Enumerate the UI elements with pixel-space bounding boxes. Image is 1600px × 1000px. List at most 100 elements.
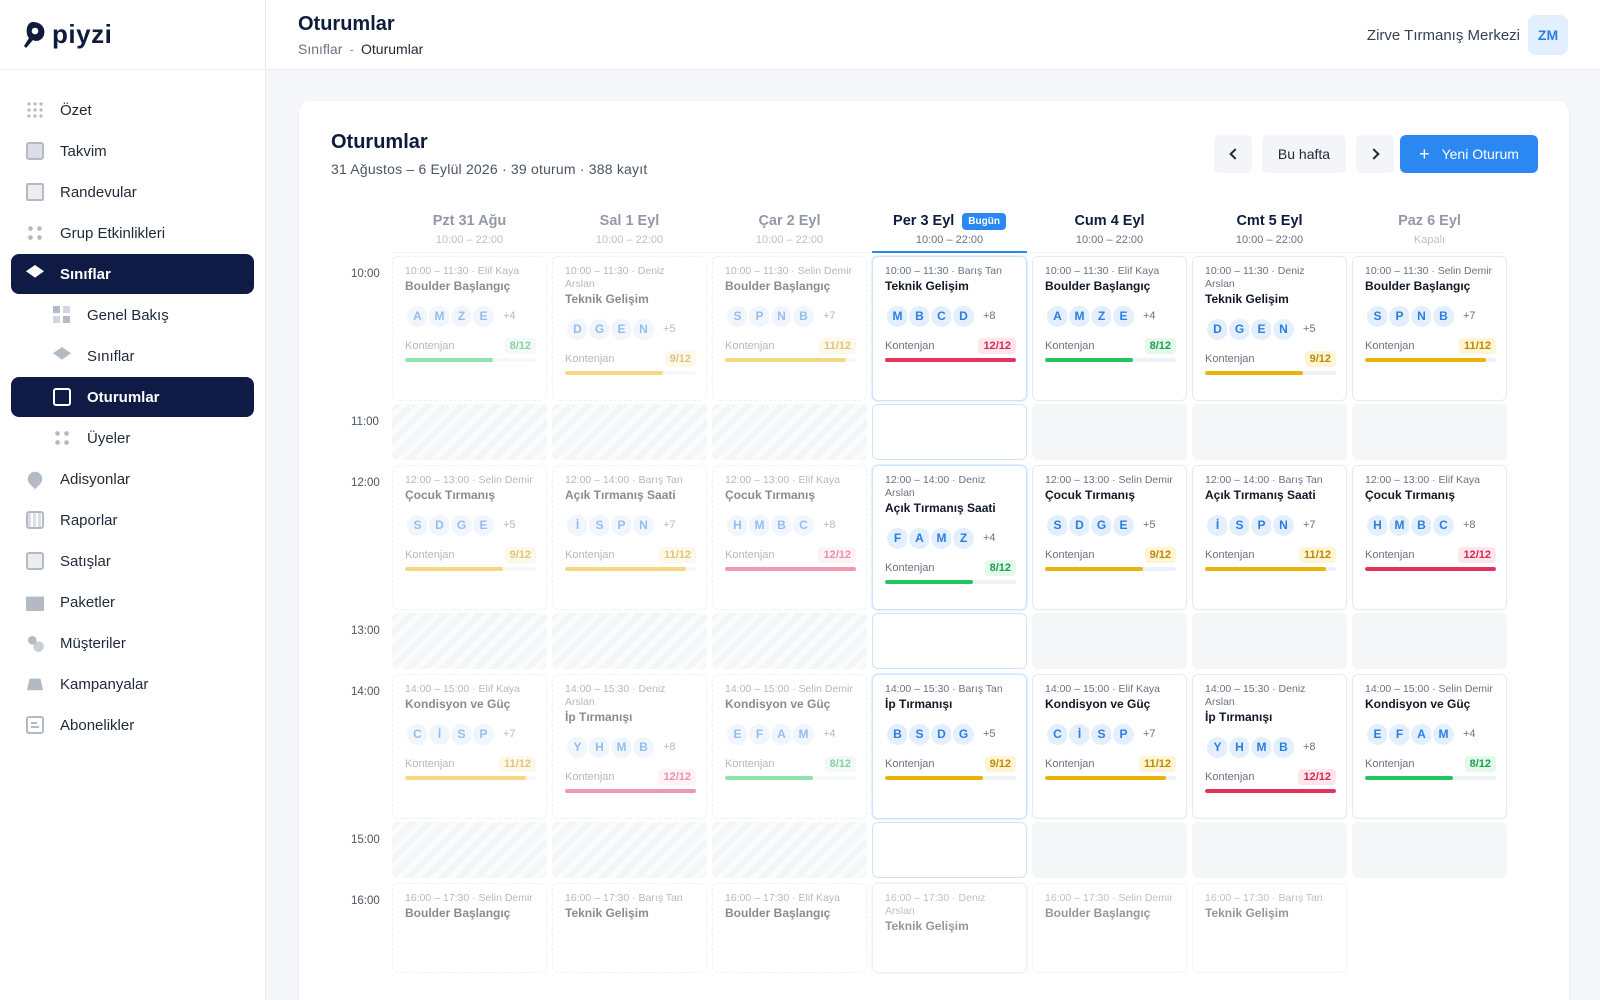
sidebar-item-3[interactable]: Grup Etkinlikleri bbox=[11, 213, 254, 253]
participant-avatars: C İ S P +7 bbox=[1045, 721, 1176, 747]
booked-count: 8 bbox=[509, 340, 516, 352]
day-header[interactable]: Paz 6 Eyl Kapalı bbox=[1352, 211, 1507, 246]
sidebar-item-8[interactable]: Üyeler bbox=[11, 418, 254, 458]
empty-time-slot[interactable] bbox=[1352, 404, 1507, 460]
session-card[interactable]: 14:00 – 15:00 · Elif Kaya Kondisyon ve Gü… bbox=[392, 674, 547, 819]
session-card[interactable]: 14:00 – 15:30 · Barış Tan İp Tırmanışı B S D… bbox=[872, 674, 1027, 819]
session-name: Teknik Gelişim bbox=[565, 292, 649, 306]
previous-week-button[interactable] bbox=[1214, 135, 1252, 173]
capacity-count: 12 bbox=[518, 549, 531, 561]
session-card[interactable]: 12:00 – 13:00 · Selin Demir Çocuk Tırmanı… bbox=[392, 465, 547, 610]
session-name: Açık Tırmanış Saati bbox=[565, 488, 676, 502]
sidebar-item-label: Sınıflar bbox=[60, 265, 111, 283]
sidebar-item-13[interactable]: Müşteriler bbox=[11, 623, 254, 663]
session-card[interactable]: 16:00 – 17:30 · Elif Kaya Boulder Başlang… bbox=[712, 883, 867, 973]
package-icon bbox=[26, 596, 44, 611]
empty-time-slot bbox=[392, 404, 547, 460]
sidebar-item-5[interactable]: Genel Bakış bbox=[11, 295, 254, 335]
day-header[interactable]: Pzt 31 Ağu 10:00 – 22:00 bbox=[392, 211, 547, 246]
session-card[interactable]: 10:00 – 11:30 · Elif Kaya Boulder Başlang… bbox=[392, 256, 547, 401]
sidebar-item-15[interactable]: Abonelikler bbox=[11, 705, 254, 745]
empty-time-slot[interactable] bbox=[1192, 822, 1347, 878]
sidebar-item-10[interactable]: Raporlar bbox=[11, 500, 254, 540]
sidebar-item-1[interactable]: Takvim bbox=[11, 131, 254, 171]
session-card[interactable]: 10:00 – 11:30 · Deniz Arslan Teknik Geliş… bbox=[552, 256, 707, 401]
session-card[interactable]: 12:00 – 14:00 · Barış Tan Açık Tırmanış S… bbox=[1192, 465, 1347, 610]
session-name: Teknik Gelişim bbox=[885, 919, 969, 933]
organization-name[interactable]: Zirve Tırmanış Merkezi bbox=[1367, 27, 1520, 44]
session-card[interactable]: 14:00 – 15:30 · Deniz Arslan İp Tırmanışı… bbox=[1192, 674, 1347, 819]
empty-time-slot[interactable] bbox=[1192, 404, 1347, 460]
user-avatar[interactable]: ZM bbox=[1528, 15, 1568, 55]
booked-count: 11 bbox=[504, 758, 516, 770]
empty-time-slot[interactable] bbox=[872, 404, 1027, 460]
empty-time-slot[interactable] bbox=[1352, 613, 1507, 669]
sidebar-item-7[interactable]: Oturumlar bbox=[11, 377, 254, 417]
capacity-bar-fill bbox=[725, 358, 846, 362]
day-header[interactable]: Sal 1 Eyl 10:00 – 22:00 bbox=[552, 211, 707, 246]
session-time: 14:00 – 15:00 · Elif Kaya bbox=[1045, 683, 1160, 695]
session-card[interactable]: 10:00 – 11:30 · Selin Demir Boulder Başla… bbox=[712, 256, 867, 401]
session-card[interactable]: 16:00 – 17:30 · Barış Tan Teknik Gelişim bbox=[1192, 883, 1347, 973]
day-hours: 10:00 – 22:00 bbox=[435, 234, 504, 246]
empty-time-slot[interactable] bbox=[1032, 822, 1187, 878]
session-card[interactable]: 14:00 – 15:00 · Selin Demir Kondisyon ve … bbox=[1352, 674, 1507, 819]
sidebar-item-9[interactable]: Adisyonlar bbox=[11, 459, 254, 499]
session-card[interactable]: 14:00 – 15:00 · Selin Demir Kondisyon ve … bbox=[712, 674, 867, 819]
capacity-count: 12 bbox=[998, 562, 1011, 574]
session-name: Çocuk Tırmanış bbox=[725, 488, 816, 502]
day-header[interactable]: Cum 4 Eyl 10:00 – 22:00 bbox=[1032, 211, 1187, 246]
capacity-bar-fill bbox=[405, 358, 493, 362]
sidebar-item-6[interactable]: Sınıflar bbox=[11, 336, 254, 376]
session-card[interactable]: 16:00 – 17:30 · Deniz Arslan Teknik Geliş… bbox=[872, 883, 1027, 973]
capacity-bar bbox=[1365, 358, 1496, 362]
session-card[interactable]: 16:00 – 17:30 · Selin Demir Boulder Başla… bbox=[392, 883, 547, 973]
session-card[interactable]: 10:00 – 11:30 · Elif Kaya Boulder Başlang… bbox=[1032, 256, 1187, 401]
day-header[interactable]: Cmt 5 Eyl 10:00 – 22:00 bbox=[1192, 211, 1347, 246]
empty-time-slot[interactable] bbox=[872, 822, 1027, 878]
capacity-count: 12 bbox=[1478, 758, 1491, 770]
capacity-bar-fill bbox=[405, 776, 526, 780]
sidebar-item-11[interactable]: Satışlar bbox=[11, 541, 254, 581]
session-card[interactable]: 16:00 – 17:30 · Selin Demir Boulder Başla… bbox=[1032, 883, 1187, 973]
participant-avatars: İ S P N +7 bbox=[1205, 512, 1336, 538]
breadcrumb-parent[interactable]: Sınıflar bbox=[298, 41, 342, 57]
session-card[interactable]: 10:00 – 11:30 · Selin Demir Boulder Başla… bbox=[1352, 256, 1507, 401]
session-card[interactable]: 12:00 – 13:00 · Selin Demir Çocuk Tırmanı… bbox=[1032, 465, 1187, 610]
more-participants: +7 bbox=[1303, 519, 1316, 531]
more-participants: +8 bbox=[983, 310, 996, 322]
session-card[interactable]: 10:00 – 11:30 · Barış Tan Teknik Gelişim M… bbox=[872, 256, 1027, 401]
capacity-bar-fill bbox=[405, 567, 504, 571]
empty-time-slot[interactable] bbox=[1032, 613, 1187, 669]
empty-time-slot[interactable] bbox=[1032, 404, 1187, 460]
logo[interactable]: piyzi bbox=[0, 0, 265, 70]
booked-count: 11 bbox=[824, 340, 836, 352]
session-card[interactable]: 10:00 – 11:30 · Deniz Arslan Teknik Geliş… bbox=[1192, 256, 1347, 401]
capacity-label: Kontenjan bbox=[725, 758, 775, 770]
capacity-value: 11/12 bbox=[1139, 756, 1176, 772]
sidebar-item-2[interactable]: Randevular bbox=[11, 172, 254, 212]
session-card[interactable]: 12:00 – 13:00 · Elif Kaya Çocuk Tırmanış H… bbox=[712, 465, 867, 610]
session-card[interactable]: 12:00 – 14:00 · Deniz Arslan Açık Tırmanı… bbox=[872, 465, 1027, 610]
capacity-bar-fill bbox=[885, 580, 973, 584]
session-card[interactable]: 16:00 – 17:30 · Barış Tan Teknik Gelişim bbox=[552, 883, 707, 973]
session-time: 16:00 – 17:30 · Selin Demir bbox=[1045, 892, 1173, 904]
session-card[interactable]: 14:00 – 15:00 · Elif Kaya Kondisyon ve Gü… bbox=[1032, 674, 1187, 819]
session-card[interactable]: 12:00 – 13:00 · Elif Kaya Çocuk Tırmanış H… bbox=[1352, 465, 1507, 610]
sidebar-item-0[interactable]: Özet bbox=[11, 90, 254, 130]
day-header[interactable]: Çar 2 Eyl 10:00 – 22:00 bbox=[712, 211, 867, 246]
empty-time-slot[interactable] bbox=[872, 613, 1027, 669]
session-card[interactable]: 14:00 – 15:30 · Deniz Arslan İp Tırmanışı… bbox=[552, 674, 707, 819]
sidebar-item-12[interactable]: Paketler bbox=[11, 582, 254, 622]
empty-time-slot[interactable] bbox=[1352, 822, 1507, 878]
more-participants: +4 bbox=[823, 728, 836, 740]
sidebar-item-14[interactable]: Kampanyalar bbox=[11, 664, 254, 704]
session-card[interactable]: 12:00 – 14:00 · Barış Tan Açık Tırmanış S… bbox=[552, 465, 707, 610]
this-week-button[interactable]: Bu hafta bbox=[1262, 135, 1346, 173]
users-icon bbox=[26, 634, 44, 652]
sidebar-item-4[interactable]: Sınıflar bbox=[11, 254, 254, 294]
day-header[interactable]: Per 3 Eyl Bugün 10:00 – 22:00 bbox=[872, 211, 1027, 253]
new-session-button[interactable]: + Yeni Oturum bbox=[1400, 135, 1538, 173]
next-week-button[interactable] bbox=[1356, 135, 1394, 173]
empty-time-slot[interactable] bbox=[1192, 613, 1347, 669]
